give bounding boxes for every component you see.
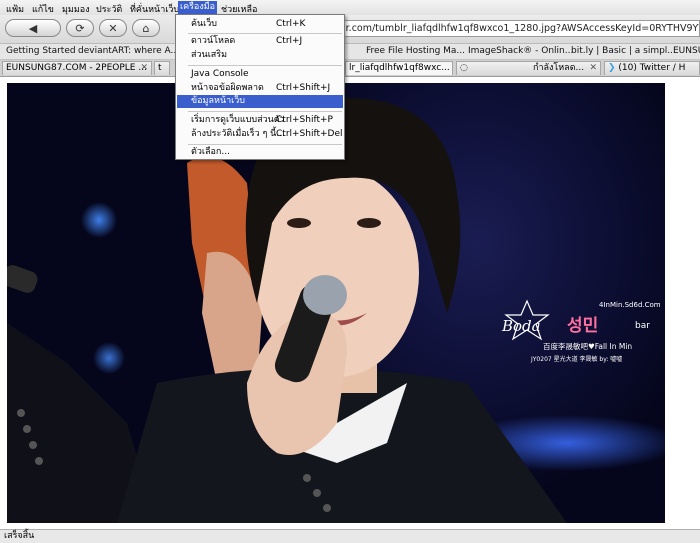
menu-item-private-browsing[interactable]: เริ่มการดูเว็บแบบส่วนตัว Ctrl+Shift+P bbox=[177, 114, 343, 127]
bookmark-imageshack[interactable]: ImageShack® - Onlin... bbox=[468, 46, 573, 56]
tab-tumblr[interactable]: t bbox=[154, 61, 170, 75]
watermark-credit: JY0207 星光大道 李晟敏 by: 嘘嘘 bbox=[531, 356, 623, 363]
menu-history[interactable]: ประวัติ bbox=[96, 2, 122, 16]
stop-button[interactable]: ✕ bbox=[99, 19, 127, 37]
home-button[interactable]: ⌂ bbox=[132, 19, 160, 37]
menu-item-shortcut: Ctrl+Shift+Del bbox=[276, 129, 343, 139]
jacket-button bbox=[23, 425, 31, 433]
menu-item-shortcut: Ctrl+K bbox=[276, 19, 306, 29]
menu-separator bbox=[188, 111, 342, 112]
tools-dropdown-menu: ค้นเว็บ Ctrl+K ดาวน์โหลด Ctrl+J ส่วนเสริ… bbox=[175, 14, 345, 160]
microphone-head bbox=[303, 275, 347, 315]
tab-label: (10) Twitter / H bbox=[618, 63, 686, 73]
back-button[interactable]: ◀ bbox=[5, 19, 61, 37]
menu-item-label: ข้อมูลหน้าเว็บ bbox=[191, 96, 245, 106]
menu-item-label: ค้นเว็บ bbox=[191, 19, 218, 29]
tab-image-active[interactable]: lr_liafqdlhfw1qf8wxc... bbox=[345, 61, 453, 75]
bookmark-getting-started[interactable]: Getting Started bbox=[6, 46, 76, 56]
menu-edit[interactable]: แก้ไข bbox=[32, 2, 54, 16]
address-bar[interactable]: lr.com/tumblr_liafqdlhfw1qf8wxco1_1280.j… bbox=[340, 20, 700, 37]
jacket-button bbox=[313, 489, 321, 497]
menu-item-label: ล้างประวัติเมื่อเร็ว ๆ นี้... bbox=[191, 129, 285, 139]
menu-item-web-search[interactable]: ค้นเว็บ Ctrl+K bbox=[177, 18, 343, 31]
back-arrow-icon: ◀ bbox=[28, 21, 38, 35]
jacket-button bbox=[17, 409, 25, 417]
menu-item-downloads[interactable]: ดาวน์โหลด Ctrl+J bbox=[177, 35, 343, 48]
home-icon: ⌂ bbox=[142, 21, 150, 35]
twitter-bird-icon: ❯ bbox=[608, 63, 619, 73]
watermark-site: 4InMin.Sd6d.Com bbox=[599, 301, 661, 309]
menu-separator bbox=[188, 65, 342, 66]
left-microphone bbox=[7, 265, 38, 293]
watermark-name: 성민 bbox=[567, 316, 599, 336]
menu-item-options[interactable]: ตัวเลือก... bbox=[177, 146, 343, 159]
menu-item-shortcut: Ctrl+Shift+P bbox=[276, 115, 333, 125]
tab-eunsung[interactable]: EUNSUNG87.COM - 2PEOPLE ... ✕ bbox=[2, 61, 152, 75]
jacket-button bbox=[323, 504, 331, 512]
menu-separator bbox=[188, 144, 342, 145]
loading-icon: ◌ bbox=[460, 63, 468, 73]
bookmark-free-file-hosting[interactable]: Free File Hosting Ma... bbox=[366, 46, 465, 56]
menu-file[interactable]: แฟ้ม bbox=[6, 2, 24, 16]
watermark-tagline: 百度李晟敏吧♥Fall In Min bbox=[543, 342, 633, 351]
menu-item-shortcut: Ctrl+J bbox=[276, 36, 303, 46]
menu-item-label: หน้าจอข้อผิดพลาด bbox=[191, 83, 264, 93]
navigation-toolbar: ◀ ⟳ ✕ ⌂ lr.com/tumblr_liafqdlhfw1qf8wxco… bbox=[0, 15, 700, 44]
stop-icon: ✕ bbox=[108, 21, 118, 35]
watermark-brand: Boda bbox=[502, 317, 541, 335]
bookmark-deviantart[interactable]: deviantART: where A... bbox=[78, 46, 179, 56]
menu-bookmarks[interactable]: ที่คั่นหน้าเว็บ bbox=[130, 2, 179, 16]
status-bar: เสร็จสิ้น bbox=[0, 529, 700, 543]
menu-item-label: ตัวเลือก... bbox=[191, 147, 230, 157]
menu-item-shortcut: Ctrl+Shift+J bbox=[276, 83, 331, 93]
tab-label: EUNSUNG87.COM - 2PEOPLE ... bbox=[6, 63, 147, 73]
close-icon[interactable]: ✕ bbox=[589, 62, 597, 75]
menu-item-label: Java Console bbox=[191, 69, 249, 79]
menu-item-label: ส่วนเสริม bbox=[191, 50, 228, 60]
menu-separator bbox=[188, 33, 342, 34]
tab-label: lr_liafqdlhfw1qf8wxc... bbox=[349, 63, 450, 73]
reload-icon: ⟳ bbox=[75, 21, 85, 35]
menu-item-error-console[interactable]: หน้าจอข้อผิดพลาด Ctrl+Shift+J bbox=[177, 82, 343, 95]
menu-tools[interactable]: เครื่องมือ bbox=[178, 1, 218, 14]
menu-item-label: เริ่มการดูเว็บแบบส่วนตัว bbox=[191, 115, 285, 125]
reload-button[interactable]: ⟳ bbox=[66, 19, 94, 37]
jacket-button bbox=[303, 474, 311, 482]
bookmark-bitly[interactable]: bit.ly | Basic | a simpl... bbox=[571, 46, 676, 56]
tab-label: t bbox=[158, 63, 162, 73]
eye bbox=[357, 218, 381, 228]
menu-item-page-info[interactable]: ข้อมูลหน้าเว็บ bbox=[177, 95, 343, 108]
tab-bar: EUNSUNG87.COM - 2PEOPLE ... ✕ t lr_liafqd… bbox=[0, 60, 700, 77]
menu-item-addons[interactable]: ส่วนเสริม bbox=[177, 49, 343, 62]
eye bbox=[287, 218, 311, 228]
page-content: 4InMin.Sd6d.Com Boda 성민 bar 百度李晟敏吧♥Fall … bbox=[0, 77, 700, 529]
jacket-button bbox=[29, 441, 37, 449]
bookmark-eunsung[interactable]: EUNSU bbox=[673, 46, 700, 56]
menu-item-clear-history[interactable]: ล้างประวัติเมื่อเร็ว ๆ นี้... Ctrl+Shift… bbox=[177, 128, 343, 141]
tab-label: กำลังโหลด... bbox=[533, 63, 585, 73]
watermark-bar: bar bbox=[635, 321, 650, 331]
bookmarks-toolbar: Getting Started deviantART: where A... F… bbox=[0, 44, 700, 60]
jacket-button bbox=[35, 457, 43, 465]
menu-item-label: ดาวน์โหลด bbox=[191, 36, 236, 46]
tab-twitter[interactable]: ❯ (10) Twitter / H bbox=[604, 61, 700, 75]
menu-item-java-console[interactable]: Java Console bbox=[177, 68, 343, 81]
menu-bar: แฟ้ม แก้ไข มุมมอง ประวัติ ที่คั่นหน้าเว็… bbox=[0, 0, 700, 16]
tab-loading[interactable]: ◌ กำลังโหลด... ✕ bbox=[456, 61, 601, 75]
close-icon[interactable]: ✕ bbox=[140, 62, 148, 75]
menu-view[interactable]: มุมมอง bbox=[62, 2, 90, 16]
